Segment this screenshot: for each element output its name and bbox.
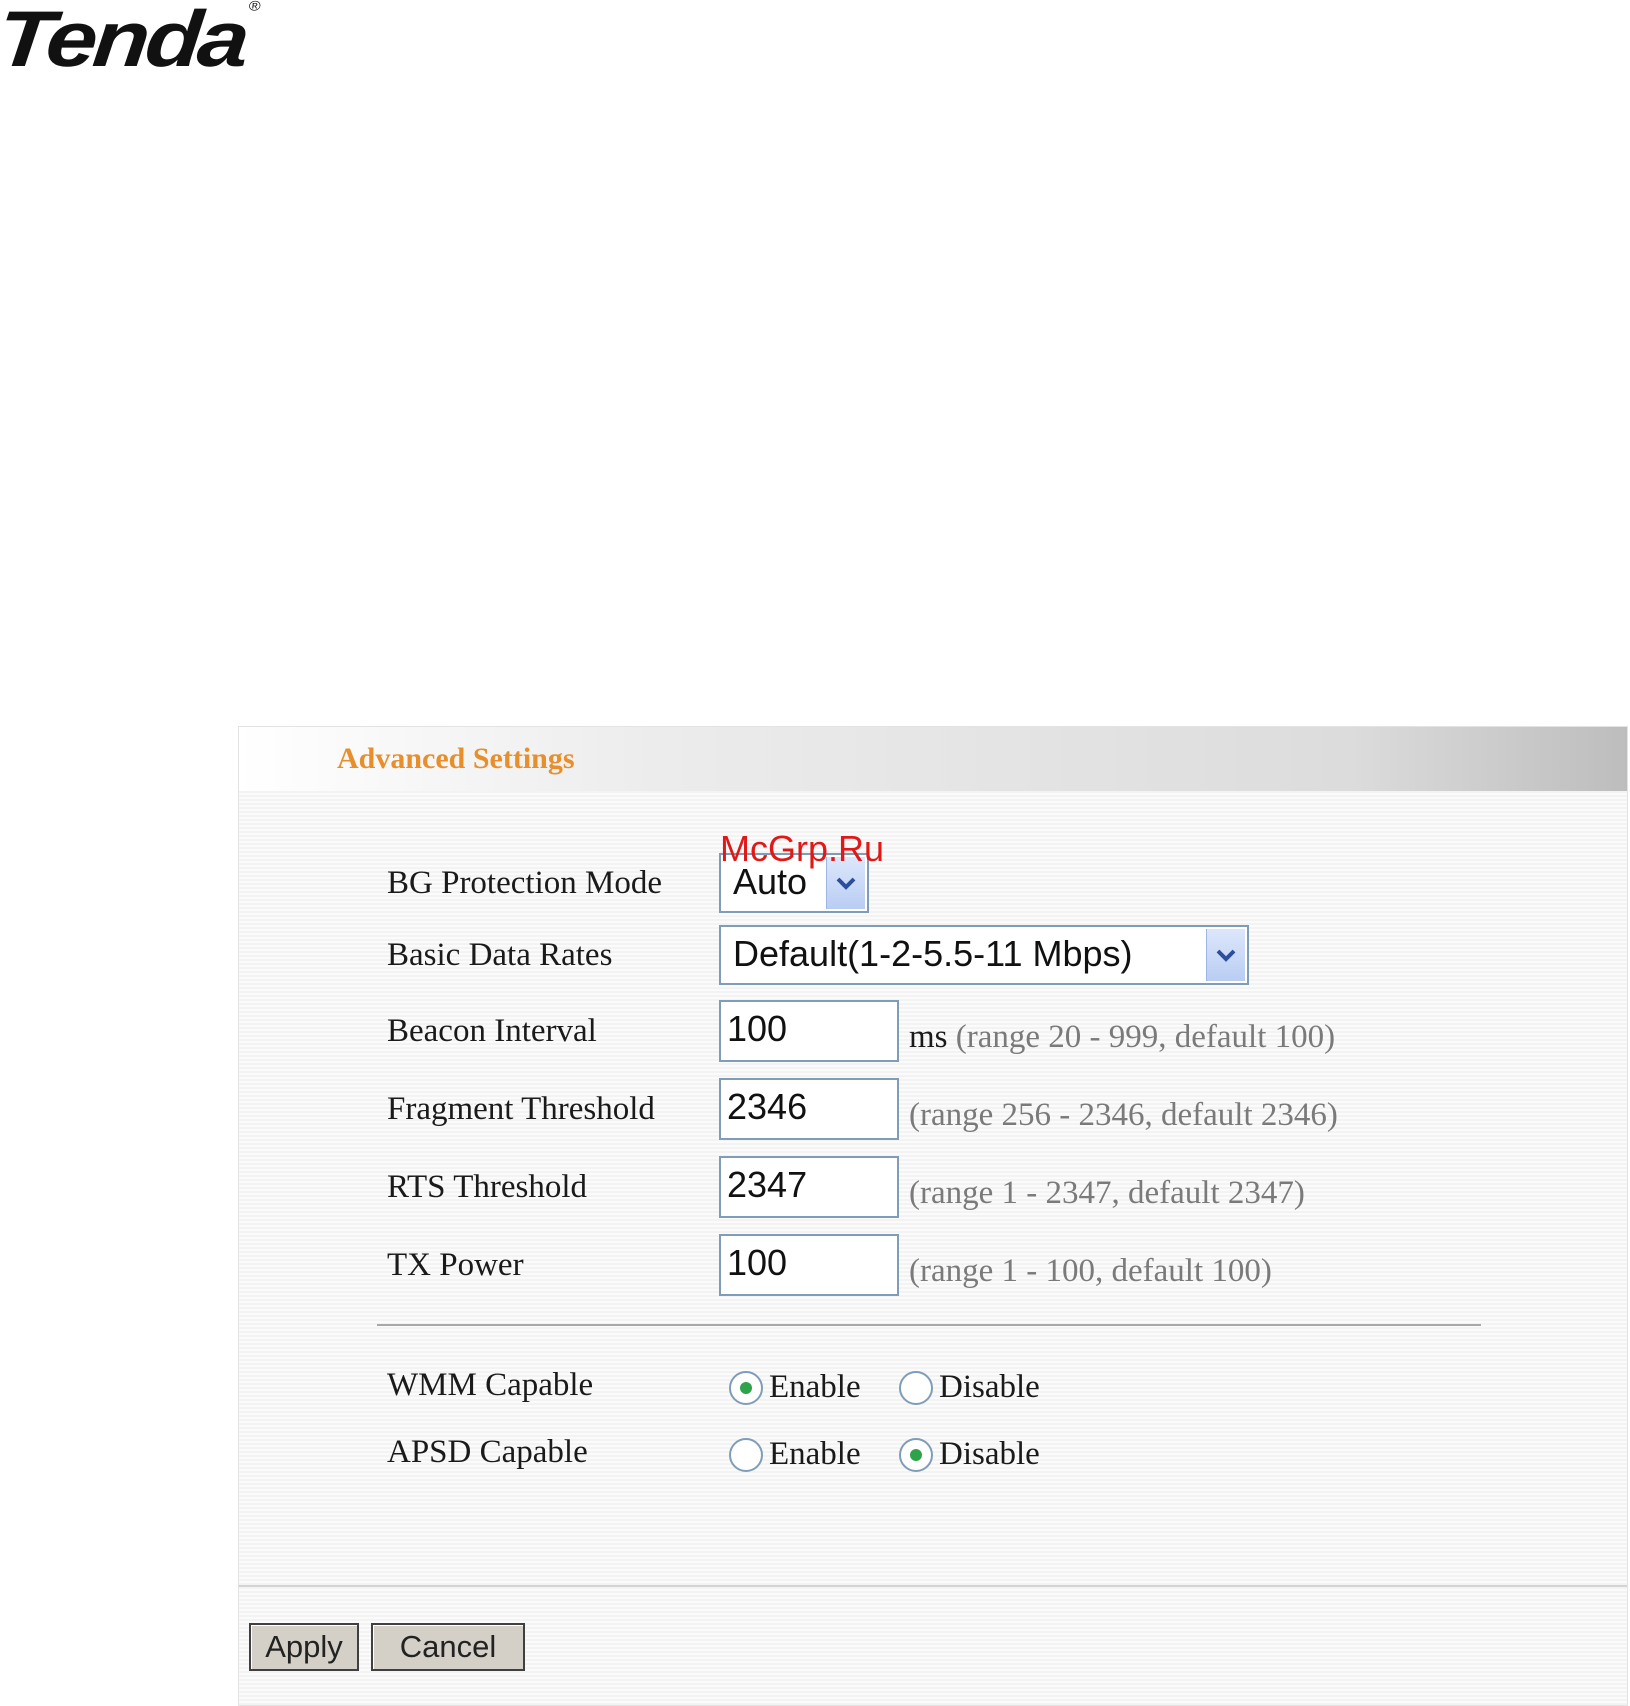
button-bar-divider — [239, 1585, 1627, 1587]
fragment-threshold-input[interactable]: 2346 — [719, 1078, 899, 1140]
rts-threshold-hint: (range 1 - 2347, default 2347) — [909, 1175, 1305, 1211]
basic-data-rates-value: Default(1-2-5.5-11 Mbps) — [733, 933, 1133, 974]
tx-power-label: TX Power — [387, 1247, 524, 1283]
wmm-disable-text: Disable — [939, 1369, 1040, 1405]
wmm-enable-option[interactable]: Enable — [729, 1369, 861, 1406]
advanced-settings-panel: Advanced Settings BG Protection Mode Aut… — [238, 726, 1628, 1706]
wmm-capable-label: WMM Capable — [387, 1367, 594, 1403]
cancel-button[interactable]: Cancel — [371, 1623, 525, 1671]
apsd-enable-radio[interactable] — [729, 1437, 763, 1472]
bg-protection-label: BG Protection Mode — [387, 865, 662, 901]
rts-threshold-input[interactable]: 2347 — [719, 1156, 899, 1218]
rts-threshold-label: RTS Threshold — [387, 1169, 587, 1205]
beacon-range-text: (range 20 - 999, default 100) — [955, 1019, 1336, 1055]
apsd-enable-text: Enable — [769, 1436, 861, 1472]
chevron-down-icon[interactable] — [1206, 929, 1245, 981]
tx-power-input[interactable]: 100 — [719, 1234, 899, 1296]
watermark-text: McGrp.Ru — [720, 828, 885, 869]
wmm-disable-option[interactable]: Disable — [899, 1369, 1040, 1406]
wmm-enable-radio[interactable] — [729, 1370, 763, 1405]
apply-button[interactable]: Apply — [249, 1623, 359, 1671]
beacon-interval-label: Beacon Interval — [387, 1013, 597, 1049]
tx-power-hint: (range 1 - 100, default 100) — [909, 1253, 1272, 1289]
wmm-disable-radio[interactable] — [899, 1370, 933, 1405]
apsd-disable-radio[interactable] — [899, 1437, 933, 1472]
tenda-logo: Tenda® — [0, 0, 262, 83]
apsd-disable-text: Disable — [939, 1436, 1040, 1472]
basic-data-rates-select[interactable]: Default(1-2-5.5-11 Mbps) — [719, 925, 1249, 985]
apsd-disable-option[interactable]: Disable — [899, 1436, 1040, 1473]
section-divider — [377, 1324, 1481, 1326]
beacon-interval-hint: ms (range 20 - 999, default 100) — [909, 1019, 1335, 1056]
registered-mark: ® — [248, 0, 262, 14]
fragment-threshold-hint: (range 256 - 2346, default 2346) — [909, 1097, 1338, 1133]
basic-data-rates-label: Basic Data Rates — [387, 937, 613, 973]
beacon-interval-input[interactable]: 100 — [719, 1000, 899, 1062]
panel-title: Advanced Settings — [337, 742, 575, 775]
apsd-capable-label: APSD Capable — [387, 1434, 588, 1470]
logo-text: Tenda — [0, 0, 250, 84]
fragment-threshold-label: Fragment Threshold — [387, 1091, 655, 1127]
wmm-enable-text: Enable — [769, 1369, 861, 1405]
beacon-unit: ms — [909, 1019, 948, 1055]
apsd-enable-option[interactable]: Enable — [729, 1436, 861, 1473]
panel-header: Advanced Settings — [239, 727, 1627, 791]
